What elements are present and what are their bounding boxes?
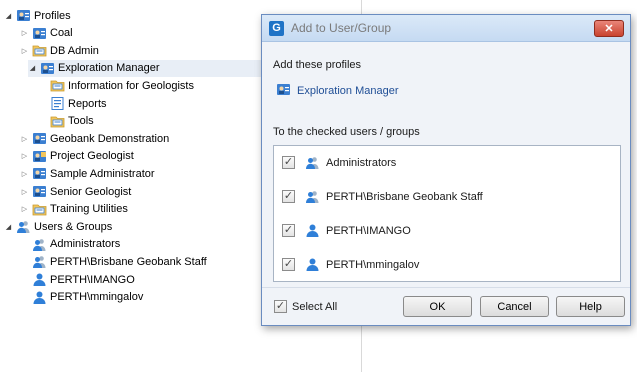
group-icon xyxy=(305,155,320,170)
group-icon xyxy=(32,237,47,252)
user-label: PERTH\IMANGO xyxy=(326,224,411,237)
user-label: PERTH\Brisbane Geobank Staff xyxy=(326,190,483,203)
tree-node-senior-geologist[interactable]: ▷ Senior Geologist xyxy=(20,183,132,200)
expand-arrow-icon[interactable]: ▷ xyxy=(20,42,29,59)
tree-node-information-for-geologists[interactable]: Information for Geologists xyxy=(50,77,194,94)
group-icon xyxy=(305,189,320,204)
select-all-label: Select All xyxy=(292,300,338,313)
tree-node-db-admin[interactable]: ▷ DB Admin xyxy=(20,42,99,59)
tree-node-label: PERTH\IMANGO xyxy=(50,273,135,286)
select-all-checkbox[interactable]: ✓ Select All xyxy=(274,300,337,313)
collapse-arrow-icon[interactable]: ◢ xyxy=(28,60,37,77)
ok-button[interactable]: OK xyxy=(403,296,472,317)
collapse-arrow-icon[interactable]: ◢ xyxy=(4,7,13,24)
tree-node-label: PERTH\mmingalov xyxy=(50,291,144,304)
user-list-item[interactable]: ✓ Administrators xyxy=(282,155,396,170)
collapse-arrow-icon[interactable]: ◢ xyxy=(4,218,13,235)
tree-node-profiles[interactable]: ◢ Profiles xyxy=(4,7,71,24)
profile-icon xyxy=(32,184,47,199)
checkbox-icon[interactable]: ✓ xyxy=(282,156,295,169)
user-list-item[interactable]: ✓ PERTH\IMANGO xyxy=(282,223,411,238)
project-icon xyxy=(32,149,47,164)
tree-node-tools[interactable]: Tools xyxy=(50,113,94,130)
tree-node-label: Coal xyxy=(50,27,73,40)
profile-icon xyxy=(276,82,291,100)
dialog-title: Add to User/Group xyxy=(291,21,392,35)
profile-name: Exploration Manager xyxy=(297,85,399,97)
tree-node-training-utilities[interactable]: ▷ Training Utilities xyxy=(20,201,128,218)
tree-node-label: Reports xyxy=(68,97,107,110)
add-to-user-group-dialog: G Add to User/Group ✕ Add these profiles… xyxy=(261,14,631,326)
profile-icon xyxy=(40,61,55,76)
tree-node-coal[interactable]: ▷ Coal xyxy=(20,25,73,42)
tree-node-label: Training Utilities xyxy=(50,203,128,216)
tree-node-label: Sample Administrator xyxy=(50,167,155,180)
tree-node-project-geologist[interactable]: ▷ Project Geologist xyxy=(20,148,134,165)
user-list-item[interactable]: ✓ PERTH\mmingalov xyxy=(282,257,419,272)
tree-node-sample-administrator[interactable]: ▷ Sample Administrator xyxy=(20,165,155,182)
folder-icon xyxy=(32,202,47,217)
user-label: PERTH\mmingalov xyxy=(326,258,420,271)
profile-item: Exploration Manager xyxy=(276,82,399,100)
folder-icon xyxy=(32,43,47,58)
expand-arrow-icon[interactable]: ▷ xyxy=(20,130,29,147)
tree-node-label: Senior Geologist xyxy=(50,185,132,198)
expand-arrow-icon[interactable]: ▷ xyxy=(20,201,29,218)
expand-arrow-icon[interactable]: ▷ xyxy=(20,148,29,165)
expand-arrow-icon[interactable]: ▷ xyxy=(20,165,29,182)
user-list-item[interactable]: ✓ PERTH\Brisbane Geobank Staff xyxy=(282,189,483,204)
profile-icon xyxy=(32,26,47,41)
checkbox-icon[interactable]: ✓ xyxy=(282,224,295,237)
tree-node-imango[interactable]: PERTH\IMANGO xyxy=(20,271,135,288)
user-label: Administrators xyxy=(326,156,397,169)
folder-icon xyxy=(50,78,65,93)
tree-node-label: Users & Groups xyxy=(34,220,113,233)
tree-node-label: Project Geologist xyxy=(50,150,134,163)
tree-node-reports[interactable]: Reports xyxy=(50,95,107,112)
tree-node-users-groups[interactable]: ◢ Users & Groups xyxy=(4,218,112,235)
tree-node-geobank-demonstration[interactable]: ▷ Geobank Demonstration xyxy=(20,130,169,147)
app-logo-icon: G xyxy=(269,20,284,36)
report-icon xyxy=(50,96,65,111)
tree-node-label: Exploration Manager xyxy=(58,62,160,75)
close-button[interactable]: ✕ xyxy=(594,20,624,37)
tree-node-label: Information for Geologists xyxy=(68,79,194,92)
user-icon xyxy=(305,223,320,238)
tree-node-label: Profiles xyxy=(34,9,71,22)
profile-icon xyxy=(32,166,47,181)
expand-arrow-icon[interactable]: ▷ xyxy=(20,25,29,42)
dialog-footer: ✓ Select All OK Cancel Help xyxy=(262,287,630,325)
add-profiles-label: Add these profiles xyxy=(273,59,362,71)
checked-users-label: To the checked users / groups xyxy=(273,126,420,138)
tree-node-label: Geobank Demonstration xyxy=(50,132,170,145)
tree-node-label: DB Admin xyxy=(50,44,99,57)
dialog-titlebar[interactable]: G Add to User/Group ✕ xyxy=(262,15,630,42)
user-icon xyxy=(305,257,320,272)
group-icon xyxy=(32,254,47,269)
checkbox-icon[interactable]: ✓ xyxy=(282,190,295,203)
tree-node-label: PERTH\Brisbane Geobank Staff xyxy=(50,255,207,268)
tree-node-label: Administrators xyxy=(50,238,121,251)
help-button[interactable]: Help xyxy=(556,296,625,317)
user-icon xyxy=(32,272,47,287)
tree-node-administrators[interactable]: Administrators xyxy=(20,236,120,253)
cancel-button[interactable]: Cancel xyxy=(480,296,549,317)
user-icon xyxy=(32,290,47,305)
tree-node-mmingalov[interactable]: PERTH\mmingalov xyxy=(20,289,143,306)
folder-icon xyxy=(50,114,65,129)
checkbox-icon[interactable]: ✓ xyxy=(282,258,295,271)
group-icon xyxy=(16,219,31,234)
profile-icon xyxy=(16,8,31,23)
users-groups-list[interactable]: ✓ Administrators ✓ PERTH\Brisbane Geobank S… xyxy=(273,145,621,282)
dialog-body: Add these profiles Exploration Manager T… xyxy=(262,42,630,325)
profile-icon xyxy=(32,131,47,146)
expand-arrow-icon[interactable]: ▷ xyxy=(20,183,29,200)
tree-node-label: Tools xyxy=(68,115,94,128)
tree-node-brisbane-geobank-staff[interactable]: PERTH\Brisbane Geobank Staff xyxy=(20,253,207,270)
checkbox-icon[interactable]: ✓ xyxy=(274,300,287,313)
